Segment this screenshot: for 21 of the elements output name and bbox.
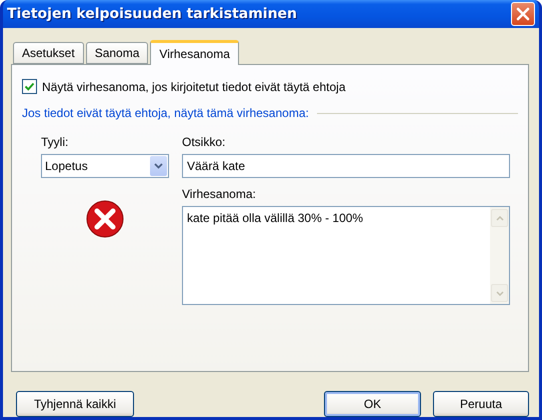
close-button[interactable] bbox=[511, 2, 535, 26]
tab[interactable]: Virhesanoma bbox=[150, 40, 239, 65]
dialog-button[interactable]: Tyhjennä kaikki bbox=[16, 391, 134, 417]
close-icon[interactable] bbox=[516, 7, 530, 21]
chevron-up-icon bbox=[496, 216, 504, 220]
chevron-down-icon bbox=[496, 290, 504, 296]
field-label: Virhesanoma: bbox=[182, 187, 257, 201]
field-label: Tyyli: bbox=[41, 135, 70, 149]
window-title: Tietojen kelpoisuuden tarkistaminen bbox=[7, 6, 298, 22]
field-label: Otsikko: bbox=[182, 135, 226, 149]
tab[interactable]: Sanoma bbox=[86, 42, 148, 64]
error-icon bbox=[85, 199, 125, 239]
chevron-down-icon[interactable] bbox=[154, 163, 163, 169]
checkbox-label: Näytä virhesanoma, jos kirjoitetut tiedot eivät täytä ehtoja bbox=[42, 80, 346, 94]
tab[interactable]: Asetukset bbox=[13, 42, 84, 64]
checkbox[interactable] bbox=[22, 79, 37, 94]
group-label: Jos tiedot eivät täytä ehtoja, näytä tämä virhesanoma: bbox=[22, 106, 309, 120]
title-input[interactable]: Väärä kate bbox=[182, 154, 510, 178]
style-dropdown[interactable]: Lopetus bbox=[41, 154, 169, 178]
dialog-button[interactable]: Peruuta bbox=[433, 391, 529, 417]
dialog-button[interactable]: OK bbox=[324, 391, 421, 417]
